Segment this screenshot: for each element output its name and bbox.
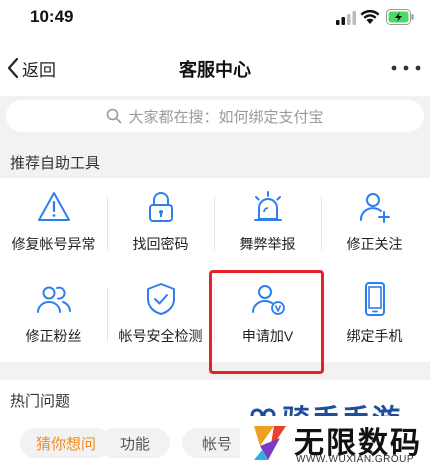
tool-label: 修正粉丝 (25, 328, 82, 344)
search-icon (107, 108, 122, 124)
tool-label: 申请加V (241, 328, 294, 344)
tool-label: 修复帐号异常 (11, 236, 96, 252)
divider (107, 288, 108, 342)
tool-label: 找回密码 (132, 236, 189, 252)
signal-icon (336, 11, 356, 25)
battery-charging-icon (386, 9, 414, 25)
back-label: 返回 (22, 60, 56, 80)
lock-icon (148, 192, 173, 222)
tool-security-check[interactable]: 帐号安全检测 (107, 270, 214, 358)
tool-fix-account[interactable]: 修复帐号异常 (0, 178, 107, 266)
divider (107, 196, 108, 250)
users-icon (36, 286, 71, 313)
status-time: 10:49 (30, 7, 74, 26)
user-verified-icon (251, 285, 285, 315)
divider (214, 288, 215, 342)
watermark-main: 无限数码 WWW.WUXIAN.GROUP (240, 416, 430, 469)
warning-icon (37, 192, 70, 221)
wifi-icon (360, 9, 380, 24)
status-bar: 10:49 (0, 0, 430, 38)
chip-function[interactable]: 功能 (100, 428, 170, 458)
tool-fix-fans[interactable]: 修正粉丝 (0, 270, 107, 358)
tool-recover-password[interactable]: 找回密码 (107, 178, 214, 266)
back-button[interactable]: 返回 (6, 54, 56, 82)
tool-label: 帐号安全检测 (118, 328, 203, 344)
watermark-brand-icon (254, 426, 286, 460)
alarm-icon (253, 191, 282, 221)
tool-apply-verified[interactable]: 申请加V (214, 270, 321, 358)
search-placeholder: 大家都在搜：如何绑定支付宝 (128, 108, 324, 126)
chip-guess[interactable]: 猜你想问 (20, 428, 112, 458)
tools-section-title: 推荐自助工具 (10, 155, 101, 172)
tools-grid: 修复帐号异常 找回密码 舞弊举报 修正关注 修正粉丝 帐号安全检测 申请加V 绑… (0, 178, 430, 362)
hot-section-title: 热门问题 (10, 393, 71, 410)
tool-label: 舞弊举报 (239, 236, 296, 252)
search-input[interactable]: 大家都在搜：如何绑定支付宝 (6, 100, 424, 132)
tool-label: 绑定手机 (346, 328, 403, 344)
tool-fraud-report[interactable]: 舞弊举报 (214, 178, 321, 266)
divider (321, 288, 322, 342)
divider (214, 196, 215, 250)
divider (321, 196, 322, 250)
page-title: 客服中心 (179, 60, 251, 80)
watermark-url: WWW.WUXIAN.GROUP (296, 454, 414, 465)
chevron-left-icon (7, 57, 19, 79)
tool-fix-following[interactable]: 修正关注 (321, 178, 428, 266)
search-area: 大家都在搜：如何绑定支付宝 (0, 96, 430, 140)
user-add-icon (359, 193, 390, 223)
tool-label: 修正关注 (346, 236, 403, 252)
tool-bind-phone[interactable]: 绑定手机 (321, 270, 428, 358)
phone-icon (364, 282, 385, 316)
more-icon[interactable] (388, 58, 424, 78)
nav-bar: 返回 客服中心 (0, 38, 430, 96)
shield-icon (146, 283, 175, 315)
